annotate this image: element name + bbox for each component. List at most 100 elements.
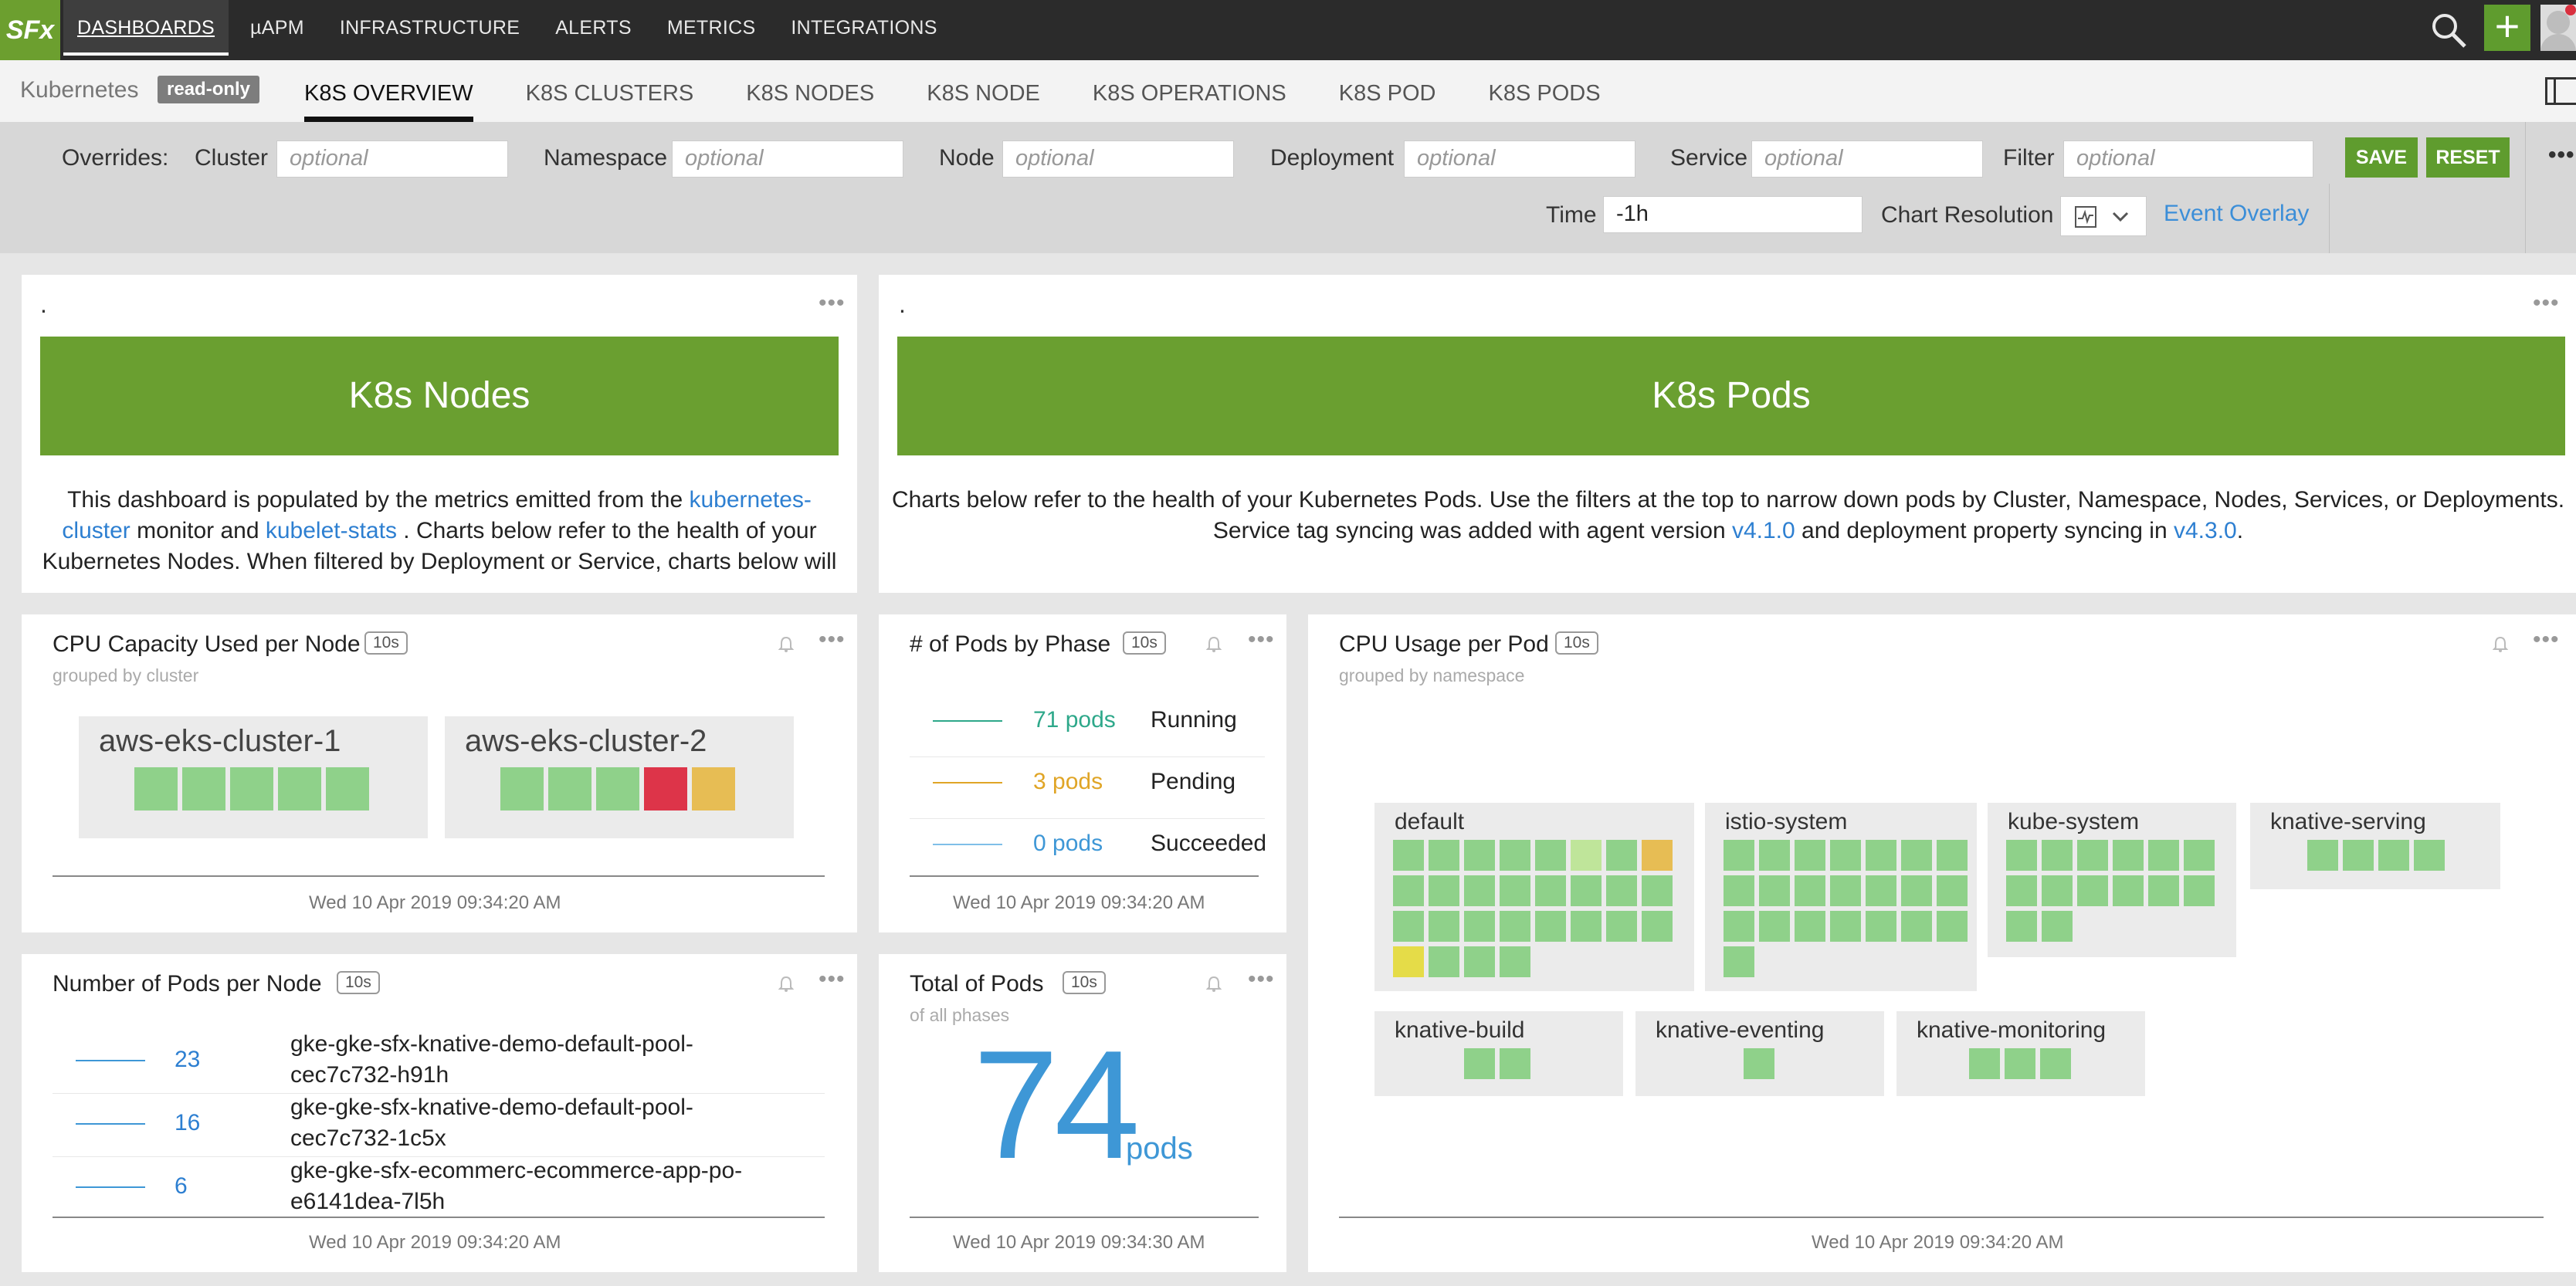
total-pods-title[interactable]: Total of Pods (910, 971, 1043, 997)
pod-cell[interactable] (2006, 875, 2037, 906)
tab-k8s-nodes[interactable]: K8S NODES (746, 60, 874, 122)
pod-cell[interactable] (1937, 875, 1968, 906)
total-pods-value[interactable]: 74 (973, 1028, 1140, 1183)
node-cell[interactable] (500, 767, 544, 811)
nav-metrics[interactable]: METRICS (653, 0, 770, 60)
pod-cell[interactable] (2042, 911, 2073, 942)
namespace-group-knative-monitoring[interactable]: knative-monitoring (1896, 1011, 2145, 1096)
pod-cell[interactable] (1606, 840, 1637, 871)
bell-icon[interactable] (778, 976, 794, 993)
pod-cell[interactable] (1500, 840, 1530, 871)
tab-k8s-overview[interactable]: K8S OVERVIEW (304, 60, 473, 122)
filter-input[interactable]: optional (2063, 140, 2313, 178)
cluster-input[interactable]: optional (276, 140, 508, 178)
cluster-group[interactable]: aws-eks-cluster-1 (79, 716, 428, 838)
pod-cell[interactable] (1500, 875, 1530, 906)
pod-cell[interactable] (2077, 875, 2108, 906)
node-input[interactable]: optional (1002, 140, 1234, 178)
pod-cell[interactable] (1429, 911, 1459, 942)
card-actions-kebab-icon[interactable]: ••• (819, 966, 846, 993)
pod-cell[interactable] (1535, 911, 1566, 942)
pod-cell[interactable] (2148, 840, 2179, 871)
pod-cell[interactable] (1642, 840, 1673, 871)
pod-cell[interactable] (1724, 840, 1754, 871)
pod-cell[interactable] (2040, 1048, 2071, 1079)
pod-cell[interactable] (1866, 875, 1896, 906)
node-cell[interactable] (278, 767, 321, 811)
pod-cell[interactable] (2184, 875, 2215, 906)
kubelet-stats-link[interactable]: kubelet-stats (266, 518, 397, 543)
pods-by-phase-title[interactable]: # of Pods by Phase (910, 631, 1110, 658)
user-avatar[interactable] (2540, 5, 2576, 51)
pod-cell[interactable] (2184, 840, 2215, 871)
pod-cell[interactable] (1759, 875, 1790, 906)
pod-cell[interactable] (1901, 840, 1932, 871)
pod-cell[interactable] (1724, 911, 1754, 942)
namespace-group-knative-serving[interactable]: knative-serving (2250, 803, 2500, 889)
pod-cell[interactable] (1464, 911, 1495, 942)
pod-cell[interactable] (2006, 840, 2037, 871)
namespace-group-default[interactable]: default (1374, 803, 1694, 991)
pod-cell[interactable] (1901, 875, 1932, 906)
service-input[interactable]: optional (1751, 140, 1983, 178)
pod-cell[interactable] (1866, 840, 1896, 871)
deployment-input[interactable]: optional (1404, 140, 1635, 178)
node-cell[interactable] (596, 767, 639, 811)
pod-cell[interactable] (1393, 946, 1424, 977)
node-cell[interactable] (644, 767, 687, 811)
pod-cell[interactable] (1724, 946, 1754, 977)
tab-k8s-node[interactable]: K8S NODE (927, 60, 1040, 122)
pod-cell[interactable] (1937, 840, 1968, 871)
nav-apm[interactable]: µAPM (236, 0, 318, 60)
pod-cell[interactable] (1642, 911, 1673, 942)
namespace-group-kube-system[interactable]: kube-system (1988, 803, 2236, 957)
cpu-usage-title[interactable]: CPU Usage per Pod (1339, 631, 1549, 658)
pod-count-value[interactable]: 6 (175, 1173, 188, 1200)
pod-cell[interactable] (1429, 840, 1459, 871)
pod-cell[interactable] (1795, 911, 1825, 942)
pod-cell[interactable] (1464, 1048, 1495, 1079)
reset-button[interactable]: RESET (2426, 137, 2510, 178)
signalfx-logo[interactable]: SFx (0, 0, 60, 60)
node-cell[interactable] (230, 767, 273, 811)
pod-cell[interactable] (1464, 840, 1495, 871)
pod-cell[interactable] (1795, 875, 1825, 906)
pod-cell[interactable] (2005, 1048, 2035, 1079)
pod-cell[interactable] (1571, 840, 1602, 871)
pod-cell[interactable] (1606, 875, 1637, 906)
card-actions-kebab-icon[interactable]: ••• (819, 290, 846, 316)
tab-k8s-pod[interactable]: K8S POD (1339, 60, 1436, 122)
tab-k8s-pods[interactable]: K8S PODS (1489, 60, 1601, 122)
pod-cell[interactable] (1464, 875, 1495, 906)
pod-cell[interactable] (2148, 875, 2179, 906)
running-count[interactable]: 71 pods (1033, 707, 1116, 733)
namespace-group-istio-system[interactable]: istio-system (1705, 803, 1977, 991)
card-actions-kebab-icon[interactable]: ••• (1248, 966, 1275, 993)
pod-cell[interactable] (1642, 875, 1673, 906)
agent-v4-3-0-link[interactable]: v4.3.0 (2174, 518, 2237, 543)
search-icon[interactable] (2429, 11, 2468, 49)
namespace-input[interactable]: optional (672, 140, 903, 178)
create-plus-button[interactable]: + (2484, 5, 2530, 51)
pod-cell[interactable] (1500, 1048, 1530, 1079)
pod-cell[interactable] (1571, 875, 1602, 906)
pods-per-node-title[interactable]: Number of Pods per Node (53, 971, 322, 997)
pod-cell[interactable] (2042, 875, 2073, 906)
bell-icon[interactable] (1206, 976, 1222, 993)
pod-cell[interactable] (1464, 946, 1495, 977)
card-actions-kebab-icon[interactable]: ••• (2533, 627, 2560, 653)
pod-cell[interactable] (2042, 840, 2073, 871)
card-actions-kebab-icon[interactable]: ••• (819, 627, 846, 653)
dashboard-actions-kebab-icon[interactable]: ••• (2548, 142, 2575, 168)
node-cell[interactable] (692, 767, 735, 811)
bell-icon[interactable] (778, 636, 794, 653)
pod-cell[interactable] (1535, 875, 1566, 906)
pod-cell[interactable] (1866, 911, 1896, 942)
pod-cell[interactable] (2414, 840, 2445, 871)
pod-cell[interactable] (1393, 911, 1424, 942)
pod-cell[interactable] (2113, 875, 2144, 906)
pod-cell[interactable] (1393, 840, 1424, 871)
pod-cell[interactable] (1393, 875, 1424, 906)
cpu-capacity-title[interactable]: CPU Capacity Used per Node (53, 631, 361, 658)
pod-cell[interactable] (1830, 911, 1861, 942)
